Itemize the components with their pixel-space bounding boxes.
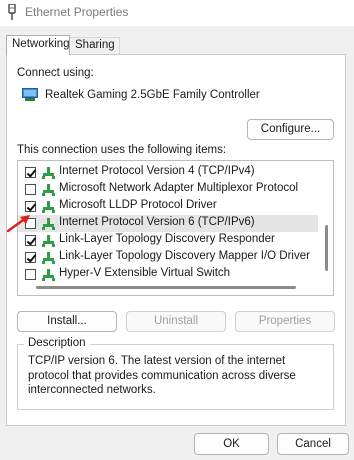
protocol-icon xyxy=(42,218,55,230)
tab-networking[interactable]: Networking xyxy=(6,35,70,55)
protocol-icon xyxy=(42,235,55,247)
list-item[interactable]: Hyper-V Extensible Virtual Switch xyxy=(18,266,318,283)
item-label: Microsoft LLDP Protocol Driver xyxy=(59,199,217,211)
protocol-icon xyxy=(42,252,55,264)
install-button[interactable]: Install... xyxy=(17,311,117,332)
vertical-scroll-thumb[interactable] xyxy=(325,225,328,271)
items-label: This connection uses the following items… xyxy=(17,144,227,156)
properties-button[interactable]: Properties xyxy=(235,311,335,332)
item-label: Link-Layer Topology Discovery Responder xyxy=(59,233,275,245)
ok-button[interactable]: OK xyxy=(194,433,269,455)
list-item[interactable]: Internet Protocol Version 4 (TCP/IPv4) xyxy=(18,164,318,181)
network-adapter-icon xyxy=(22,88,38,101)
item-checkbox[interactable] xyxy=(25,235,36,246)
configure-button[interactable]: Configure... xyxy=(247,119,334,140)
horizontal-scroll-thumb[interactable] xyxy=(36,286,296,289)
list-item[interactable]: Microsoft LLDP Protocol Driver xyxy=(18,198,318,215)
protocol-icon xyxy=(42,201,55,213)
adapter-name: Realtek Gaming 2.5GbE Family Controller xyxy=(45,89,260,101)
item-label: Microsoft Network Adapter Multiplexor Pr… xyxy=(59,182,299,194)
cancel-button[interactable]: Cancel xyxy=(277,433,349,455)
network-cable-icon xyxy=(8,4,16,20)
list-item[interactable]: Microsoft Network Adapter Multiplexor Pr… xyxy=(18,181,318,198)
list-item[interactable]: Link-Layer Topology Discovery Mapper I/O… xyxy=(18,249,318,266)
protocol-icon xyxy=(42,269,55,281)
list-item-selected[interactable]: Internet Protocol Version 6 (TCP/IPv6) xyxy=(18,215,318,232)
item-checkbox[interactable] xyxy=(25,184,36,195)
item-checkbox[interactable] xyxy=(25,269,36,280)
annotation-arrow-icon xyxy=(6,215,30,233)
tab-sharing[interactable]: Sharing xyxy=(70,37,120,54)
list-item[interactable]: Link-Layer Topology Discovery Responder xyxy=(18,232,318,249)
item-label: Hyper-V Extensible Virtual Switch xyxy=(59,267,231,279)
item-checkbox[interactable] xyxy=(25,201,36,212)
title-bar: Ethernet Properties xyxy=(0,0,354,26)
uninstall-button[interactable]: Uninstall xyxy=(126,311,226,332)
connect-using-label: Connect using: xyxy=(17,67,94,79)
description-title: Description xyxy=(24,337,90,349)
window-title: Ethernet Properties xyxy=(25,5,129,19)
item-label: Link-Layer Topology Discovery Mapper I/O… xyxy=(59,250,310,262)
item-checkbox[interactable] xyxy=(25,167,36,178)
protocol-icon xyxy=(42,167,55,179)
vertical-scrollbar[interactable] xyxy=(319,161,333,281)
item-checkbox[interactable] xyxy=(25,252,36,263)
protocol-icon xyxy=(42,184,55,196)
items-list[interactable]: Internet Protocol Version 4 (TCP/IPv4) M… xyxy=(17,160,334,296)
description-text: TCP/IP version 6. The latest version of … xyxy=(28,355,296,396)
item-label: Internet Protocol Version 4 (TCP/IPv4) xyxy=(59,165,255,177)
item-label: Internet Protocol Version 6 (TCP/IPv6) xyxy=(59,216,255,228)
